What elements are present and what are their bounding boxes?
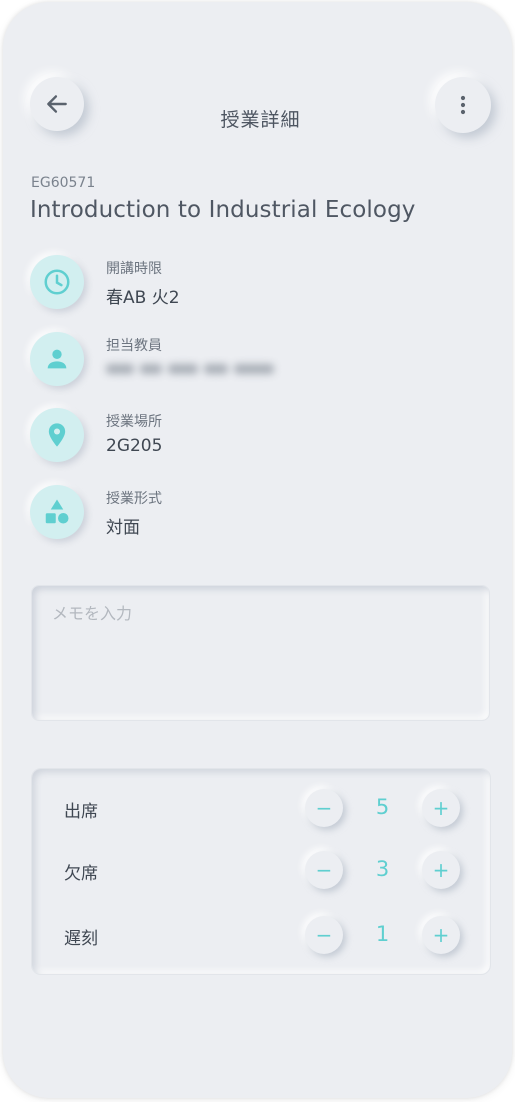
detail-label: 授業場所 [106, 414, 162, 430]
detail-value: 春AB 火2 [106, 288, 180, 308]
detail-row-instructor: 担当教員 [30, 332, 450, 388]
attendance-count: 5 [375, 795, 390, 819]
attendance-row-late: 遅刻 − 1 + [32, 916, 492, 956]
detail-row-format: 授業形式 対面 [30, 485, 450, 541]
attendance-label: 出席 [64, 802, 98, 822]
increment-button[interactable]: + [422, 789, 460, 827]
decrement-button[interactable]: − [305, 789, 343, 827]
attendance-panel: 出席 − 5 + 欠席 − 3 + 遅刻 − 1 + [31, 768, 491, 975]
attendance-row-absent: 欠席 − 3 + [32, 851, 492, 891]
decrement-button[interactable]: − [305, 916, 343, 954]
shapes-icon [45, 499, 69, 524]
redacted-text [106, 364, 274, 374]
increment-button[interactable]: + [422, 916, 460, 954]
instructor-name-redacted [106, 360, 278, 383]
person-icon-badge [30, 332, 84, 386]
detail-row-period: 開講時限 春AB 火2 [30, 255, 450, 311]
more-vertical-icon [460, 95, 466, 115]
attendance-count: 1 [375, 922, 390, 946]
attendance-label: 遅刻 [64, 929, 98, 949]
detail-value: 対面 [106, 518, 140, 538]
location-pin-icon [48, 423, 66, 447]
clock-icon [44, 269, 70, 295]
clock-icon-badge [30, 255, 84, 309]
shapes-icon-badge [30, 485, 84, 539]
decrement-button[interactable]: − [305, 851, 343, 889]
detail-label: 担当教員 [106, 338, 162, 354]
course-code: EG60571 [31, 175, 96, 191]
increment-button[interactable]: + [422, 851, 460, 889]
memo-input[interactable] [31, 585, 490, 721]
detail-label: 開講時限 [106, 261, 162, 277]
more-options-button[interactable] [435, 77, 491, 133]
detail-label: 授業形式 [106, 491, 162, 507]
person-icon [47, 349, 67, 369]
attendance-row-present: 出席 − 5 + [32, 789, 492, 829]
course-title: Introduction to Industrial Ecology [30, 197, 416, 223]
attendance-count: 3 [375, 857, 390, 881]
detail-row-location: 授業場所 2G205 [30, 408, 450, 464]
attendance-label: 欠席 [64, 864, 98, 884]
detail-value: 2G205 [106, 436, 163, 456]
location-pin-icon-badge [30, 408, 84, 462]
phone-frame: 授業詳細 EG60571 Introduction to Industrial … [3, 2, 512, 1098]
